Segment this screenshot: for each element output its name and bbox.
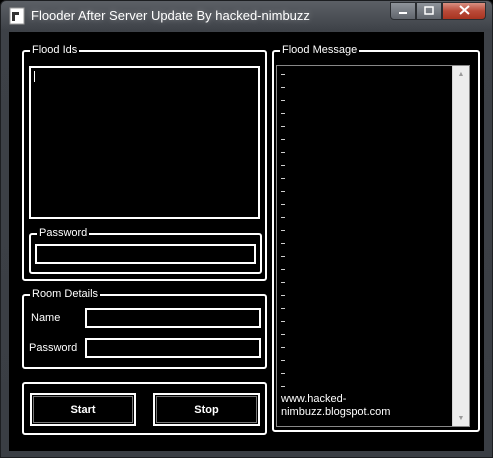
flood-message-text: www.hacked-nimbuzz.blogspot.com [281, 393, 391, 418]
minimize-button[interactable] [390, 2, 416, 20]
flood-ids-legend: Flood Ids [30, 44, 80, 57]
actions-group: Start Stop [22, 382, 267, 435]
flood-message-legend: Flood Message [280, 44, 360, 57]
title-bar[interactable]: Flooder After Server Update By hacked-ni… [1, 1, 492, 31]
scroll-down-button[interactable]: ▼ [453, 410, 469, 426]
app-icon [9, 7, 25, 25]
room-password-input[interactable] [85, 338, 261, 358]
room-name-input[interactable] [85, 308, 261, 328]
scroll-up-button[interactable]: ▲ [453, 66, 469, 82]
flood-message-textarea[interactable]: www.hacked-nimbuzz.blogspot.com ▲ ▼ [276, 65, 470, 427]
password-group: Password [29, 227, 262, 274]
name-label: Name [31, 312, 61, 324]
close-icon [458, 2, 470, 20]
app-window: Flooder After Server Update By hacked-ni… [0, 0, 493, 458]
password-legend: Password [37, 227, 90, 240]
stop-button[interactable]: Stop [153, 393, 260, 426]
room-password-label: Password [29, 342, 78, 354]
password-input[interactable] [35, 244, 256, 264]
maximize-button[interactable] [416, 2, 442, 20]
scroll-down-arrow-icon: ▼ [457, 414, 465, 422]
flood-ids-group: Flood Ids Password [22, 44, 267, 281]
flood-ids-textarea[interactable] [29, 66, 260, 219]
text-caret [34, 71, 35, 82]
close-button[interactable] [442, 2, 486, 20]
room-details-group: Room Details Name Password [22, 288, 267, 369]
start-button[interactable]: Start [30, 393, 136, 426]
maximize-icon [424, 2, 434, 20]
room-details-legend: Room Details [30, 288, 101, 301]
window-title: Flooder After Server Update By hacked-ni… [31, 8, 310, 23]
scroll-up-arrow-icon: ▲ [457, 70, 465, 78]
vertical-scrollbar[interactable]: ▲ ▼ [452, 66, 469, 426]
minimize-icon [398, 2, 408, 20]
placeholder-lines [281, 74, 285, 390]
caption-buttons [390, 2, 486, 21]
